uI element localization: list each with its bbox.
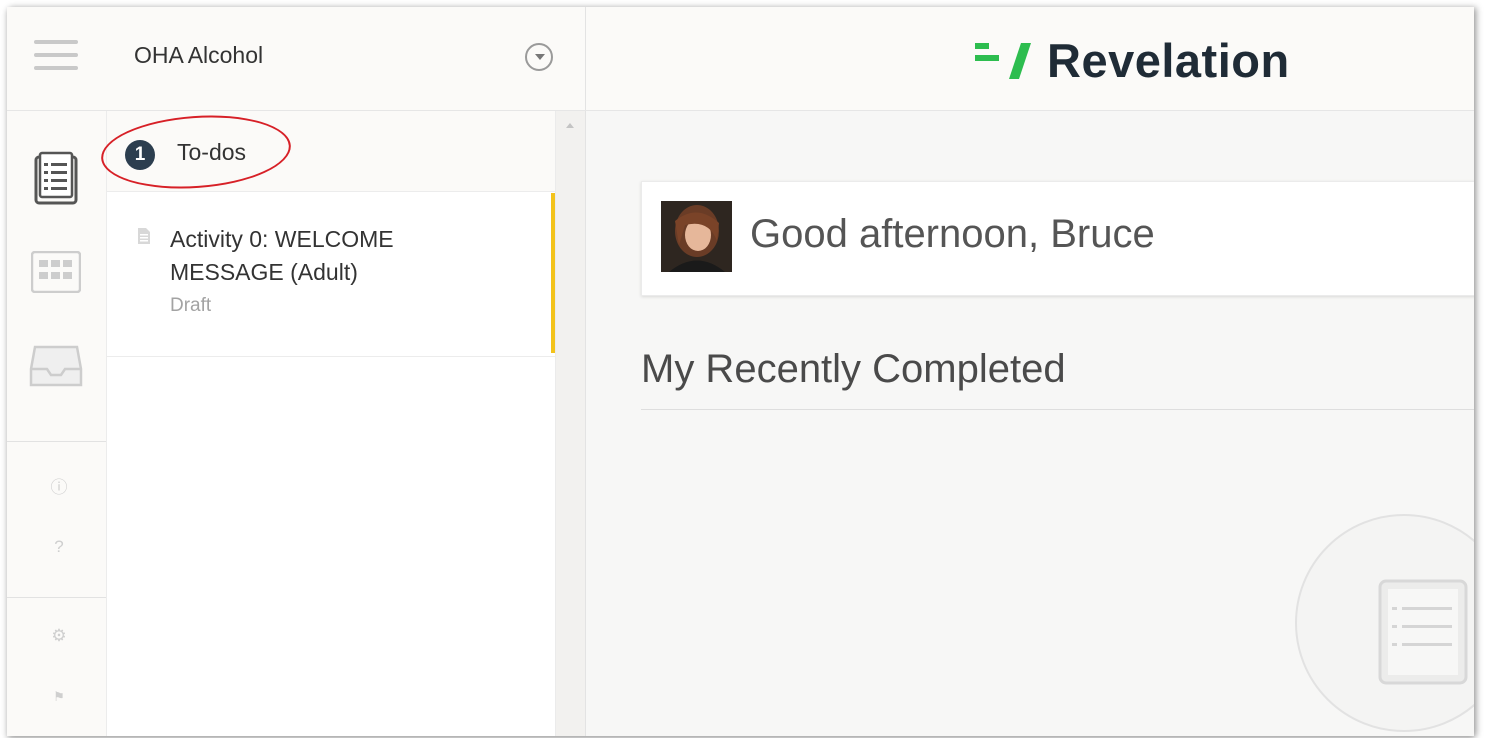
todo-item[interactable]: Activity 0: WELCOME MESSAGE (Adult) Draf… bbox=[107, 193, 555, 357]
revelation-logo-icon bbox=[975, 43, 1031, 79]
settings-gear-icon[interactable]: ⚙ bbox=[48, 626, 70, 646]
chevron-down-circle-icon[interactable] bbox=[525, 43, 553, 71]
hamburger-icon[interactable] bbox=[34, 40, 78, 76]
document-icon bbox=[138, 228, 150, 244]
inbox-tray-icon[interactable] bbox=[29, 345, 83, 389]
clipboard-empty-icon bbox=[1295, 514, 1474, 732]
rail-separator bbox=[7, 597, 106, 598]
app-window: OHA Alcohol Revelation ⓘ ? ⚙ ⚑ 1 To-dos … bbox=[7, 7, 1474, 736]
divider bbox=[585, 7, 586, 110]
clipboard-list-icon[interactable] bbox=[34, 151, 78, 205]
top-bar: OHA Alcohol Revelation bbox=[7, 7, 1474, 111]
calendar-grid-icon[interactable] bbox=[31, 251, 81, 293]
info-icon[interactable]: ⓘ bbox=[48, 473, 70, 498]
main-content: Good afternoon, Bruce My Recently Comple… bbox=[586, 111, 1474, 736]
todo-item-title: Activity 0: WELCOME MESSAGE (Adult) bbox=[170, 226, 394, 285]
project-name[interactable]: OHA Alcohol bbox=[134, 42, 263, 69]
greeting-card: Good afternoon, Bruce bbox=[641, 181, 1474, 296]
todos-panel: 1 To-dos Activity 0: WELCOME MESSAGE (Ad… bbox=[98, 109, 555, 736]
todos-scrollbar[interactable] bbox=[555, 111, 586, 736]
brand-name: Revelation bbox=[1047, 34, 1290, 87]
user-avatar[interactable] bbox=[661, 201, 732, 272]
todos-header[interactable]: 1 To-dos bbox=[98, 109, 555, 195]
language-icon[interactable]: ⚑ bbox=[48, 689, 70, 705]
greeting-text: Good afternoon, Bruce bbox=[750, 212, 1155, 256]
help-icon[interactable]: ? bbox=[48, 537, 70, 557]
rail-separator bbox=[7, 441, 106, 442]
recently-completed-heading: My Recently Completed bbox=[641, 347, 1066, 391]
annotation-circle bbox=[98, 109, 294, 195]
todo-item-status: Draft bbox=[170, 295, 212, 316]
divider bbox=[641, 409, 1474, 410]
icon-rail: ⓘ ? ⚙ ⚑ bbox=[7, 111, 107, 736]
